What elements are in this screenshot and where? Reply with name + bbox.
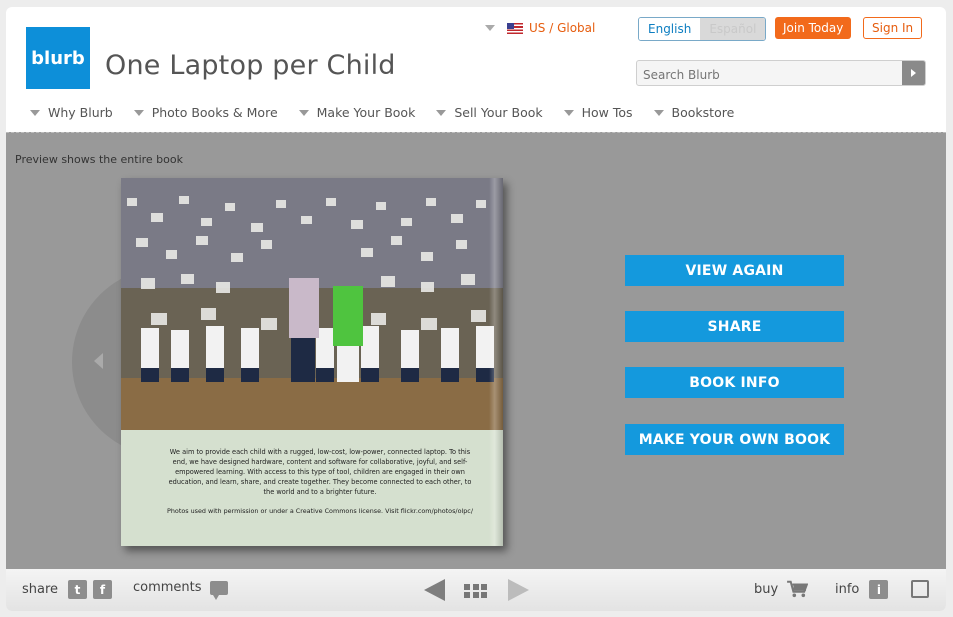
viewer-toolbar: share t f comments buy info i [6,569,946,611]
chevron-down-icon [653,109,664,116]
book-text-area: We aim to provide each child with a rugg… [121,430,503,546]
comments-label: comments [133,580,202,595]
view-again-button[interactable]: VIEW AGAIN [625,255,844,286]
book-credit: Photos used with permission or under a C… [167,507,473,515]
crowd-photo-image [121,178,503,430]
chevron-down-icon [30,109,40,116]
share-label: share [22,582,59,597]
page-frame: blurb One Laptop per Child US / Global E… [6,7,946,611]
comment-icon [209,580,228,600]
next-page-icon[interactable] [508,579,529,601]
book-caption: We aim to provide each child with a rugg… [168,448,472,496]
prev-page-icon[interactable] [424,579,445,601]
book-photo [121,178,503,430]
nav-item-label: Why Blurb [48,105,113,120]
share-button[interactable]: SHARE [625,311,844,342]
nav-item-photo-books[interactable]: Photo Books & More [133,105,278,120]
buy-label: buy [754,581,779,597]
make-your-own-book-button[interactable]: MAKE YOUR OWN BOOK [625,424,844,455]
sign-in-button[interactable]: Sign In [863,17,923,39]
chevron-down-icon [485,25,495,31]
search-go-icon [911,69,916,77]
buy-button[interactable]: buy [754,580,809,598]
search-box [636,60,926,86]
nav-item-how-tos[interactable]: How Tos [563,105,633,120]
book-page: We aim to provide each child with a rugg… [121,178,503,546]
main-nav: Why Blurb Photo Books & More Make Your B… [30,105,755,120]
book-title: One Laptop per Child [105,50,396,81]
lang-spanish-button[interactable]: Español [700,18,766,40]
blurb-logo[interactable]: blurb [26,27,90,89]
nav-item-label: Photo Books & More [151,105,278,120]
nav-item-label: Make Your Book [316,105,416,120]
nav-item-sell-your-book[interactable]: Sell Your Book [436,105,543,120]
twitter-icon[interactable]: t [68,580,88,599]
region-selector[interactable]: US / Global [485,21,595,35]
language-toggle: English Español [638,17,767,41]
nav-item-make-your-book[interactable]: Make Your Book [298,105,416,120]
preview-note: Preview shows the entire book [15,153,183,166]
join-today-button[interactable]: Join Today [775,17,852,39]
nav-item-label: Bookstore [671,105,735,120]
region-label: US / Global [529,21,596,35]
page-edge [489,178,503,546]
fullscreen-icon[interactable] [911,580,929,598]
nav-item-why-blurb[interactable]: Why Blurb [30,105,113,120]
nav-item-label: Sell Your Book [454,105,543,120]
chevron-down-icon [436,109,447,116]
search-input[interactable] [641,65,895,85]
share-group: share t f [22,580,113,599]
facebook-icon[interactable]: f [93,580,113,599]
nav-item-label: How Tos [581,105,633,120]
chevron-down-icon [133,109,144,116]
book-info-button[interactable]: BOOK INFO [625,367,844,398]
info-label: info [835,582,860,597]
prev-page-icon[interactable] [94,353,103,369]
info-button[interactable]: info i [835,580,889,599]
search-go-button[interactable] [902,61,925,85]
nav-item-bookstore[interactable]: Bookstore [653,105,735,120]
cart-icon [787,580,809,598]
us-flag-icon [507,22,523,34]
info-icon: i [869,580,889,599]
chevron-down-icon [563,109,574,116]
lang-english-button[interactable]: English [639,18,701,40]
grid-view-icon[interactable] [464,584,487,598]
comments-button[interactable]: comments [133,580,228,600]
book-viewer: Preview shows the entire book We aim to … [6,132,946,570]
chevron-down-icon [298,109,309,116]
